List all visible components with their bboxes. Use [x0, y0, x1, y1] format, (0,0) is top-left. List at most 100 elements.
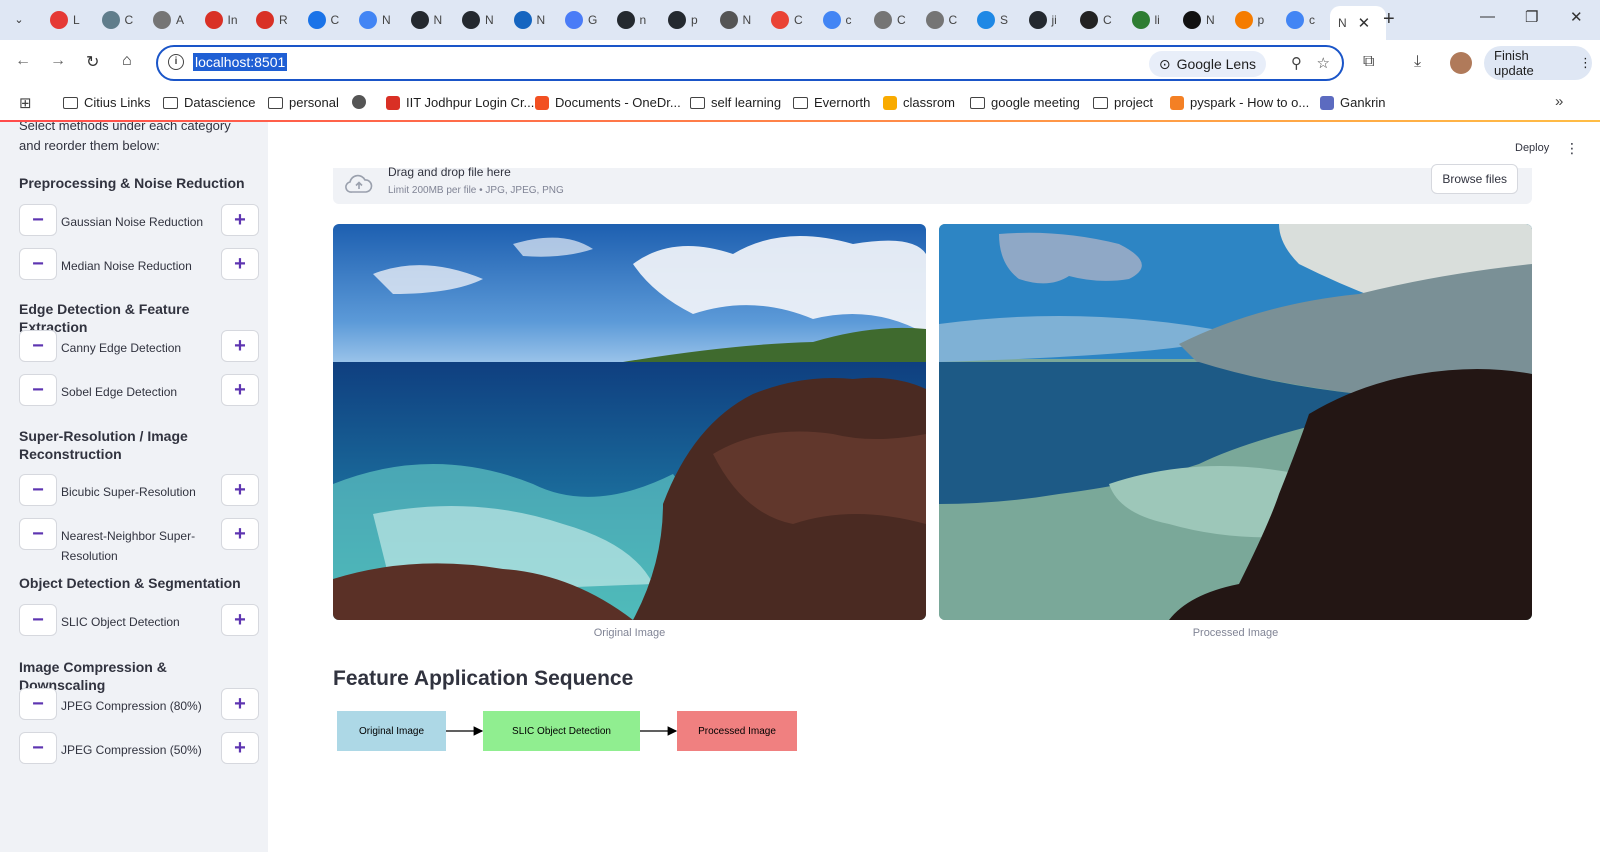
- remove-method-button[interactable]: −: [19, 518, 57, 550]
- browser-tab[interactable]: N: [454, 6, 502, 34]
- home-button[interactable]: ⌂: [122, 52, 132, 70]
- bookmark-item[interactable]: google meeting: [970, 95, 1080, 110]
- browser-tab[interactable]: c: [815, 6, 863, 34]
- add-method-button[interactable]: +: [221, 688, 259, 720]
- add-method-button[interactable]: +: [221, 330, 259, 362]
- remove-method-button[interactable]: −: [19, 732, 57, 764]
- apps-icon[interactable]: ⊞: [19, 94, 32, 112]
- add-method-button[interactable]: +: [221, 732, 259, 764]
- file-uploader[interactable]: Drag and drop file here Limit 200MB per …: [333, 164, 1532, 204]
- close-window-button[interactable]: ✕: [1570, 8, 1583, 26]
- add-method-button[interactable]: +: [221, 604, 259, 636]
- bookmark-item[interactable]: pyspark - How to o...: [1170, 95, 1309, 110]
- browser-tab[interactable]: N: [506, 6, 554, 34]
- remove-method-button[interactable]: −: [19, 330, 57, 362]
- method-label: JPEG Compression (50%): [61, 743, 202, 757]
- browser-tab[interactable]: C: [918, 6, 966, 34]
- method-row: − JPEG Compression (50%) +: [19, 732, 259, 772]
- add-method-button[interactable]: +: [221, 248, 259, 280]
- browser-tab[interactable]: n: [609, 6, 657, 34]
- reload-button[interactable]: ↻: [86, 52, 99, 72]
- bookmark-item[interactable]: personal: [268, 95, 339, 110]
- bookmark-item[interactable]: Evernorth: [793, 95, 870, 110]
- google-lens-button[interactable]: ⊙ Google Lens: [1148, 51, 1266, 77]
- browser-tab[interactable]: C: [1072, 6, 1120, 34]
- browser-tab[interactable]: li: [1124, 6, 1172, 34]
- bookmark-item[interactable]: self learning: [690, 95, 781, 110]
- tab-label: N: [1338, 16, 1347, 30]
- so-icon: [1170, 95, 1184, 110]
- method-label: Sobel Edge Detection: [61, 385, 178, 399]
- browser-tab[interactable]: S: [969, 6, 1017, 34]
- avatar[interactable]: [1450, 52, 1472, 74]
- browser-tab[interactable]: C: [300, 6, 348, 34]
- remove-method-button[interactable]: −: [19, 688, 57, 720]
- browser-tab[interactable]: C: [866, 6, 914, 34]
- add-method-button[interactable]: +: [221, 374, 259, 406]
- browser-tab[interactable]: p: [660, 6, 708, 34]
- browser-tab[interactable]: c: [1278, 6, 1326, 34]
- more-bookmarks-icon[interactable]: »: [1555, 93, 1563, 110]
- browse-files-button[interactable]: Browse files: [1431, 164, 1518, 194]
- bookmark-item[interactable]: Gankrin: [1320, 95, 1386, 110]
- site-info-icon[interactable]: i: [168, 54, 184, 70]
- browser-tab[interactable]: N: [1175, 6, 1223, 34]
- browser-tab[interactable]: ji: [1021, 6, 1069, 34]
- browser-tab[interactable]: A: [145, 6, 193, 34]
- browser-tab[interactable]: R: [248, 6, 296, 34]
- tab-label: N: [1206, 13, 1215, 27]
- browser-tab[interactable]: C: [763, 6, 811, 34]
- remove-method-button[interactable]: −: [19, 374, 57, 406]
- original-image-caption: Original Image: [593, 627, 666, 639]
- tab-favicon-icon: [822, 11, 841, 29]
- bookmark-item[interactable]: project: [1093, 95, 1153, 110]
- bookmark-label: project: [1114, 95, 1154, 110]
- browser-tab[interactable]: C: [94, 6, 142, 34]
- tab-favicon-icon: [153, 11, 171, 29]
- bookmark-item[interactable]: Documents - OneDr...: [535, 95, 681, 110]
- folder-icon: [690, 96, 705, 109]
- bookmark-item[interactable]: Citius Links: [63, 95, 150, 110]
- browser-tab[interactable]: L: [42, 6, 90, 34]
- remove-method-button[interactable]: −: [19, 604, 57, 636]
- add-method-button[interactable]: +: [221, 518, 259, 550]
- sidebar: Select methods under each category and r…: [0, 122, 268, 852]
- tab-active[interactable]: N ✕: [1330, 6, 1386, 40]
- main-menu-icon[interactable]: ⋮: [1565, 140, 1579, 157]
- add-method-button[interactable]: +: [221, 204, 259, 236]
- remove-method-button[interactable]: −: [19, 204, 57, 236]
- bookmark-item[interactable]: classrom: [883, 95, 955, 110]
- add-method-button[interactable]: +: [221, 474, 259, 506]
- browser-tab[interactable]: N: [403, 6, 451, 34]
- browser-tab[interactable]: N: [351, 6, 399, 34]
- tab-favicon-icon: [101, 11, 120, 29]
- browser-tab[interactable]: G: [557, 6, 605, 34]
- minimize-button[interactable]: —: [1480, 8, 1495, 25]
- download-icon[interactable]: ⤓: [1414, 53, 1421, 71]
- method-label: Bicubic Super-Resolution: [61, 485, 196, 499]
- browser-tab[interactable]: N: [712, 6, 760, 34]
- browser-tab[interactable]: p: [1227, 6, 1275, 34]
- remove-method-button[interactable]: −: [19, 474, 57, 506]
- bookmark-item[interactable]: [352, 95, 372, 109]
- remove-method-button[interactable]: −: [19, 248, 57, 280]
- close-icon[interactable]: ✕: [1358, 14, 1371, 32]
- tab-label: p: [691, 13, 698, 27]
- sequence-node-label: SLIC Object Detection: [512, 725, 611, 737]
- tab-search-button[interactable]: ⌄: [8, 8, 30, 30]
- extensions-icon[interactable]: ⧉: [1363, 53, 1374, 71]
- forward-button[interactable]: →: [50, 52, 66, 70]
- bookmark-item[interactable]: IIT Jodhpur Login Cr...: [386, 95, 534, 110]
- bookmark-item[interactable]: Datascience: [163, 95, 256, 110]
- star-icon[interactable]: ☆: [1317, 54, 1330, 72]
- maximize-button[interactable]: ❐: [1525, 8, 1538, 26]
- deploy-button[interactable]: Deploy: [1515, 142, 1549, 154]
- address-bar[interactable]: i localhost:8501 ⊙ Google Lens ⚲ ☆: [156, 45, 1344, 81]
- finish-update-button[interactable]: Finish update ⋮: [1484, 46, 1592, 80]
- browser-tab[interactable]: In: [197, 6, 245, 34]
- new-tab-button[interactable]: +: [1383, 8, 1395, 31]
- tab-favicon-icon: [256, 11, 274, 29]
- back-button[interactable]: ←: [15, 52, 31, 70]
- url-text[interactable]: localhost:8501: [193, 53, 288, 71]
- zoom-icon[interactable]: ⚲: [1291, 54, 1302, 72]
